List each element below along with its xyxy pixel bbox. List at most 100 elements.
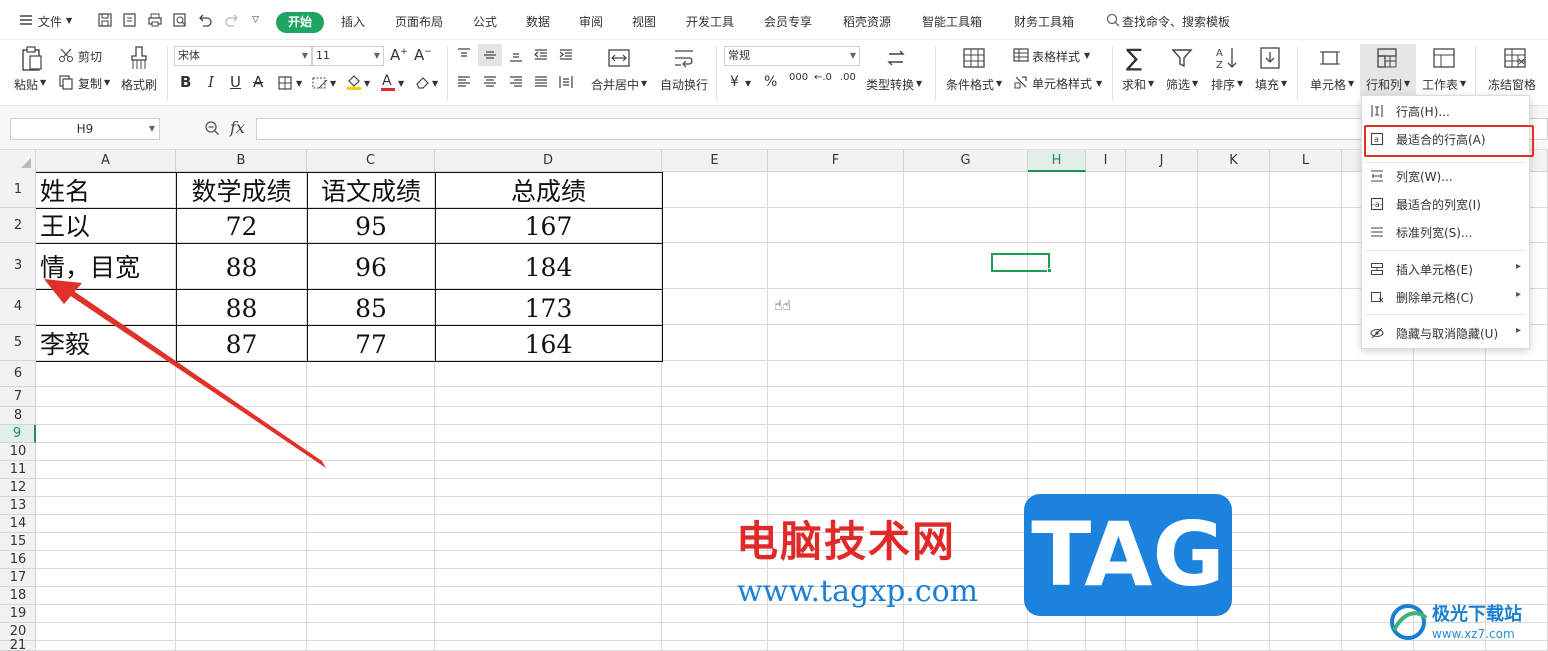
table-header-cell[interactable]: 总成绩	[435, 179, 662, 207]
underline-button[interactable]: U	[230, 73, 241, 91]
column-header-c[interactable]: C	[307, 150, 435, 172]
wrap-text-icon[interactable]	[672, 46, 696, 73]
decimal-decrease-button[interactable]: .00	[840, 72, 856, 83]
column-header-l[interactable]: L	[1270, 150, 1342, 172]
border-icon[interactable]	[277, 75, 293, 94]
eraser-icon[interactable]	[414, 74, 430, 93]
row-header-19[interactable]: 19	[0, 605, 36, 623]
sort-arrow[interactable]: ▼	[1237, 79, 1243, 88]
filter-icon[interactable]	[1170, 46, 1194, 73]
table-cell[interactable]: 85	[307, 296, 435, 324]
type-convert-arrow[interactable]: ▼	[916, 79, 922, 88]
bold-button[interactable]: B	[180, 73, 191, 91]
font-color-arrow[interactable]: ▼	[398, 79, 404, 88]
table-cell[interactable]: 167	[435, 214, 662, 242]
percent-button[interactable]: %	[764, 74, 777, 90]
eraser-arrow[interactable]: ▼	[432, 79, 438, 88]
tab-finance-tools[interactable]: 财务工具箱	[1014, 13, 1074, 30]
currency-button[interactable]: ¥	[730, 74, 739, 90]
select-all-corner[interactable]	[0, 150, 36, 172]
print-preview-icon[interactable]	[172, 12, 188, 28]
clear-format-icon[interactable]	[311, 75, 329, 94]
number-format-select[interactable]: 常规 ▼	[724, 46, 860, 66]
tab-member[interactable]: 会员专享	[764, 13, 812, 30]
conditional-format-button[interactable]: 条件格式	[946, 76, 994, 93]
row-header-15[interactable]: 15	[0, 533, 36, 551]
distributed-icon[interactable]	[558, 74, 574, 93]
filter-arrow[interactable]: ▼	[1192, 79, 1198, 88]
indent-decrease-icon[interactable]	[533, 47, 549, 66]
row-header-1[interactable]: 1	[0, 172, 36, 208]
italic-button[interactable]: I	[208, 73, 214, 91]
table-style-button[interactable]: 表格样式	[1032, 48, 1080, 65]
paste-button[interactable]: 粘贴	[14, 76, 38, 93]
font-shrink-icon[interactable]: A−	[414, 46, 432, 64]
export-pdf-icon[interactable]	[122, 12, 138, 28]
fill-handle[interactable]	[1047, 268, 1052, 273]
filter-button[interactable]: 筛选	[1166, 76, 1190, 93]
column-header-h[interactable]: H	[1028, 150, 1086, 172]
copy-icon[interactable]	[58, 74, 74, 93]
menu-item-col-width[interactable]: 列宽(W)...	[1362, 163, 1529, 189]
indent-increase-icon[interactable]	[558, 47, 574, 66]
merge-center-arrow[interactable]: ▼	[641, 79, 647, 88]
copy-arrow[interactable]: ▼	[104, 78, 110, 87]
worksheet-icon[interactable]	[1432, 46, 1456, 73]
column-header-i[interactable]: I	[1086, 150, 1126, 172]
name-box[interactable]: H9 ▼	[10, 118, 160, 140]
fill-color-icon[interactable]	[345, 73, 363, 94]
worksheet-arrow[interactable]: ▼	[1460, 79, 1466, 88]
merge-center-button[interactable]: 合并居中	[591, 76, 639, 93]
formula-input[interactable]	[256, 118, 1548, 140]
row-header-7[interactable]: 7	[0, 387, 36, 407]
tab-docer[interactable]: 稻壳资源	[843, 13, 891, 30]
cell-style-icon[interactable]	[1013, 74, 1029, 93]
paste-icon[interactable]	[20, 46, 44, 75]
table-cell[interactable]	[40, 296, 176, 324]
tab-data[interactable]: 数据	[526, 13, 550, 30]
font-name-select[interactable]: 宋体 ▼	[174, 46, 312, 66]
fill-arrow[interactable]: ▼	[1281, 79, 1287, 88]
cell-arrow[interactable]: ▼	[1348, 79, 1354, 88]
menu-item-hide-unhide[interactable]: 隐藏与取消隐藏(U) ▸	[1362, 320, 1529, 346]
row-col-arrow[interactable]: ▼	[1404, 79, 1410, 88]
wrap-text-button[interactable]: 自动换行	[660, 76, 708, 93]
sort-icon[interactable]: AZ	[1214, 45, 1238, 74]
format-painter-button[interactable]: 格式刷	[121, 76, 157, 93]
fill-color-arrow[interactable]: ▼	[364, 79, 370, 88]
active-cell-h9[interactable]	[991, 253, 1050, 272]
row-header-6[interactable]: 6	[0, 361, 36, 387]
menu-item-delete-cell[interactable]: 删除单元格(C) ▸	[1362, 284, 1529, 310]
column-header-k[interactable]: K	[1198, 150, 1270, 172]
menu-item-row-height[interactable]: 行高(H)...	[1362, 98, 1529, 124]
row-header-4[interactable]: 4	[0, 289, 36, 325]
table-cell[interactable]: 164	[435, 332, 662, 360]
fill-icon[interactable]	[1258, 46, 1282, 73]
zoom-icon[interactable]	[204, 120, 220, 136]
column-header-j[interactable]: J	[1126, 150, 1198, 172]
cell-icon[interactable]	[1318, 46, 1342, 73]
row-header-18[interactable]: 18	[0, 587, 36, 605]
table-header-cell[interactable]: 姓名	[40, 179, 176, 207]
align-center-icon[interactable]	[482, 74, 498, 93]
freeze-panes-button[interactable]: 冻结窗格	[1488, 76, 1536, 93]
tab-developer[interactable]: 开发工具	[686, 13, 734, 30]
table-cell[interactable]: 88	[176, 296, 307, 324]
row-col-icon[interactable]	[1375, 46, 1399, 73]
sort-button[interactable]: 排序	[1211, 76, 1235, 93]
justify-icon[interactable]	[533, 74, 549, 93]
row-header-12[interactable]: 12	[0, 479, 36, 497]
decimal-increase-button[interactable]: ←.0	[814, 72, 832, 83]
worksheet-button[interactable]: 工作表	[1422, 76, 1458, 93]
conditional-format-arrow[interactable]: ▼	[996, 79, 1002, 88]
table-cell[interactable]: 情，目宽	[40, 255, 176, 283]
tab-insert[interactable]: 插入	[341, 13, 365, 30]
tab-page-layout[interactable]: 页面布局	[395, 13, 443, 30]
sum-icon[interactable]: ∑	[1126, 44, 1142, 72]
menu-item-autofit-col-width[interactable]: -a- 最适合的列宽(I)	[1362, 191, 1529, 217]
align-bottom-icon[interactable]	[508, 47, 524, 66]
column-header-b[interactable]: B	[176, 150, 307, 172]
fill-button[interactable]: 填充	[1255, 76, 1279, 93]
menu-item-insert-cell[interactable]: 插入单元格(E) ▸	[1362, 256, 1529, 282]
row-header-2[interactable]: 2	[0, 208, 36, 243]
